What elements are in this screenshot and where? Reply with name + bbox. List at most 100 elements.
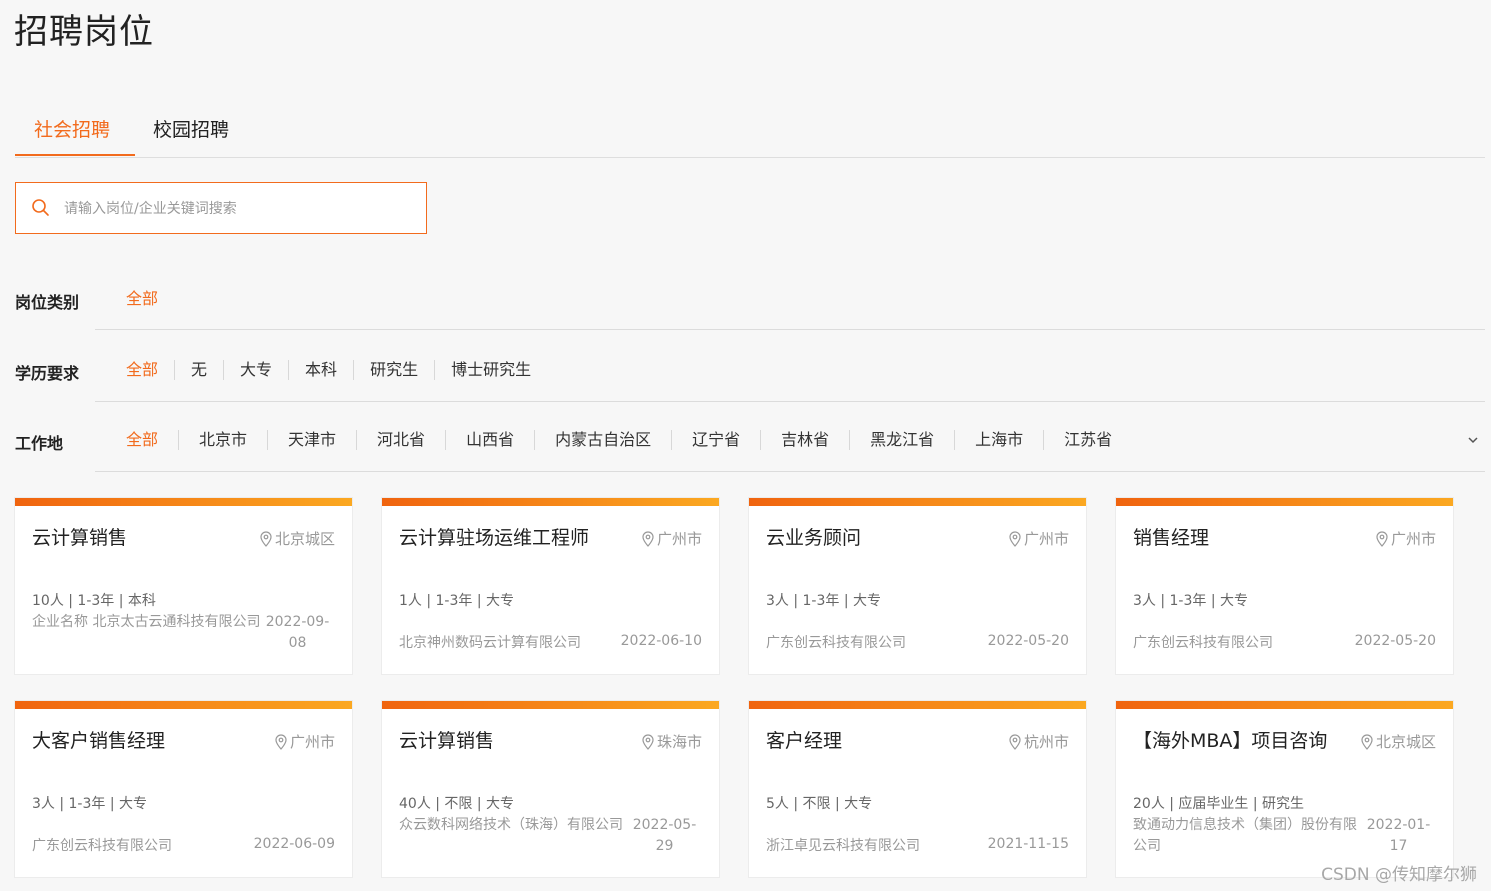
job-location-text: 北京城区 xyxy=(1375,733,1436,751)
post-date: 2022-06-09 xyxy=(253,836,335,852)
location-option[interactable]: 黑龙江省 xyxy=(850,430,956,450)
post-date: 2021-11-15 xyxy=(987,836,1069,852)
location-option[interactable]: 天津市 xyxy=(268,430,358,450)
company-name: 广东创云科技有限公司 xyxy=(32,838,172,854)
location-pin-icon xyxy=(1361,733,1373,750)
chevron-down-icon[interactable] xyxy=(1466,432,1480,451)
location-pin-icon xyxy=(1009,733,1021,750)
job-location: 珠海市 xyxy=(641,731,702,752)
job-location: 北京城区 xyxy=(259,528,335,549)
company-name: 浙江卓见云科技有限公司 xyxy=(766,838,920,854)
job-location: 广州市 xyxy=(274,731,335,752)
page-title: 招聘岗位 xyxy=(14,12,154,52)
education-option[interactable]: 博士研究生 xyxy=(435,360,547,380)
job-title: 云业务顾问 xyxy=(766,527,862,549)
location-option[interactable]: 山西省 xyxy=(446,430,536,450)
card-accent-bar xyxy=(749,498,1086,506)
job-requirements: 1人 | 1-3年 | 大专 xyxy=(399,593,515,609)
search-box xyxy=(15,182,427,234)
location-option[interactable]: 全部 xyxy=(110,430,180,450)
education-option[interactable]: 研究生 xyxy=(354,360,436,380)
card-accent-bar xyxy=(749,701,1086,709)
job-title: 【海外MBA】项目咨询 xyxy=(1133,730,1328,752)
job-card[interactable]: 云计算销售 北京城区 10人 | 1-3年 | 本科 企业名称 北京太古云通科技… xyxy=(15,498,352,674)
post-date: 2022-05-20 xyxy=(987,633,1069,649)
education-option[interactable]: 大专 xyxy=(224,360,290,380)
location-pin-icon xyxy=(260,530,272,547)
job-location-text: 广州市 xyxy=(656,530,702,548)
company-name: 致通动力信息技术（集团）股份有限公司 xyxy=(1133,817,1357,854)
job-card[interactable]: 云计算销售 珠海市 40人 | 不限 | 大专 众云数科网络技术（珠海）有限公司… xyxy=(382,701,719,877)
job-location-text: 珠海市 xyxy=(656,733,702,751)
job-location-text: 广州市 xyxy=(289,733,335,751)
divider xyxy=(95,329,1485,330)
location-option[interactable]: 上海市 xyxy=(955,430,1045,450)
job-requirements: 3人 | 1-3年 | 大专 xyxy=(1133,593,1249,609)
job-location: 杭州市 xyxy=(1008,731,1069,752)
job-location-text: 广州市 xyxy=(1390,530,1436,548)
tab-social-recruit[interactable]: 社会招聘 xyxy=(34,115,110,142)
location-pin-icon xyxy=(1009,530,1021,547)
job-card[interactable]: 云业务顾问 广州市 3人 | 1-3年 | 大专 广东创云科技有限公司 2022… xyxy=(749,498,1086,674)
search-input[interactable] xyxy=(62,195,416,223)
job-requirements: 40人 | 不限 | 大专 xyxy=(399,796,515,812)
category-options: 全部 xyxy=(110,284,174,314)
location-option[interactable]: 北京市 xyxy=(179,430,269,450)
company-name: 企业名称 北京太古云通科技有限公司 xyxy=(32,614,261,630)
filter-label-location: 工作地 xyxy=(15,434,64,453)
education-option[interactable]: 无 xyxy=(175,360,225,380)
post-date: 2022-05-20 xyxy=(1354,633,1436,649)
post-date: 2022-01-17 xyxy=(1366,817,1431,854)
card-accent-bar xyxy=(1116,498,1453,506)
job-location: 广州市 xyxy=(1008,528,1069,549)
location-options: 全部 北京市 天津市 河北省 山西省 内蒙古自治区 辽宁省 吉林省 黑龙江省 上… xyxy=(110,425,1132,455)
search-icon xyxy=(31,198,51,222)
job-title: 客户经理 xyxy=(766,730,843,752)
company-name: 众云数科网络技术（珠海）有限公司 xyxy=(399,817,623,833)
location-option[interactable]: 吉林省 xyxy=(761,430,851,450)
divider xyxy=(95,471,1485,472)
location-option[interactable]: 河北省 xyxy=(357,430,447,450)
job-title: 云计算销售 xyxy=(32,527,128,549)
job-title: 云计算驻场运维工程师 xyxy=(399,527,590,549)
company-name: 广东创云科技有限公司 xyxy=(1133,635,1273,651)
job-card[interactable]: 【海外MBA】项目咨询 北京城区 20人 | 应届毕业生 | 研究生 致通动力信… xyxy=(1116,701,1453,877)
post-date: 2022-06-10 xyxy=(620,633,702,649)
location-option[interactable]: 辽宁省 xyxy=(672,430,762,450)
education-option[interactable]: 本科 xyxy=(289,360,355,380)
location-option[interactable]: 江苏省 xyxy=(1044,430,1132,450)
education-options: 全部 无 大专 本科 研究生 博士研究生 xyxy=(110,355,547,385)
job-location-text: 杭州市 xyxy=(1023,733,1069,751)
job-title: 云计算销售 xyxy=(399,730,495,752)
company-name: 北京神州数码云计算有限公司 xyxy=(399,635,581,651)
location-option[interactable]: 内蒙古自治区 xyxy=(535,430,673,450)
category-option-all[interactable]: 全部 xyxy=(110,289,174,309)
location-pin-icon xyxy=(275,733,287,750)
card-accent-bar xyxy=(15,498,352,506)
job-location: 北京城区 xyxy=(1360,731,1436,752)
card-accent-bar xyxy=(1116,701,1453,709)
job-requirements: 10人 | 1-3年 | 本科 xyxy=(32,593,156,609)
filter-label-category: 岗位类别 xyxy=(15,293,80,312)
job-card[interactable]: 销售经理 广州市 3人 | 1-3年 | 大专 广东创云科技有限公司 2022-… xyxy=(1116,498,1453,674)
job-card[interactable]: 大客户销售经理 广州市 3人 | 1-3年 | 大专 广东创云科技有限公司 20… xyxy=(15,701,352,877)
job-requirements: 5人 | 不限 | 大专 xyxy=(766,796,873,812)
location-pin-icon xyxy=(1376,530,1388,547)
education-option[interactable]: 全部 xyxy=(110,360,176,380)
job-card[interactable]: 客户经理 杭州市 5人 | 不限 | 大专 浙江卓见云科技有限公司 2021-1… xyxy=(749,701,1086,877)
divider xyxy=(95,401,1485,402)
job-card[interactable]: 云计算驻场运维工程师 广州市 1人 | 1-3年 | 大专 北京神州数码云计算有… xyxy=(382,498,719,674)
job-location-text: 北京城区 xyxy=(274,530,335,548)
job-location: 广州市 xyxy=(641,528,702,549)
job-card-grid: 云计算销售 北京城区 10人 | 1-3年 | 本科 企业名称 北京太古云通科技… xyxy=(15,498,1455,877)
card-accent-bar xyxy=(382,701,719,709)
post-date: 2022-05-29 xyxy=(632,817,697,854)
post-date: 2022-09-08 xyxy=(265,614,330,651)
job-location-text: 广州市 xyxy=(1023,530,1069,548)
card-accent-bar xyxy=(382,498,719,506)
tab-campus-recruit[interactable]: 校园招聘 xyxy=(153,115,229,142)
job-title: 大客户销售经理 xyxy=(32,730,166,752)
company-name: 广东创云科技有限公司 xyxy=(766,635,906,651)
recruit-tabs: 社会招聘 校园招聘 xyxy=(15,100,1485,158)
job-requirements: 3人 | 1-3年 | 大专 xyxy=(32,796,148,812)
